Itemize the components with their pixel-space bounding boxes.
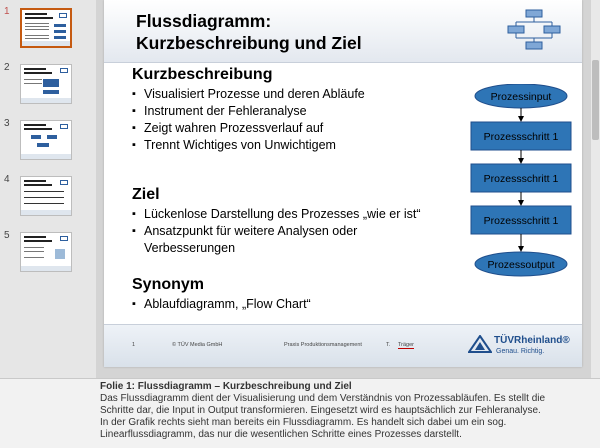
section-heading-synonym: Synonym — [132, 276, 205, 293]
bullet-list-kurzbeschreibung: Visualisiert Prozesse und deren Abläufe … — [132, 86, 365, 154]
bullet-item: Instrument der Fehleranalyse — [132, 103, 365, 120]
thumbnail-number: 5 — [4, 230, 10, 241]
bullet-item: Visualisiert Prozesse und deren Abläufe — [132, 86, 365, 103]
bullet-item: Ablaufdiagramm, „Flow Chart“ — [132, 296, 311, 313]
slide-footer: 1 © TÜV Media GmbH Praxis Produktionsman… — [104, 324, 582, 367]
slide-thumbnail-pane[interactable]: 1 2 3 4 5 — [0, 0, 96, 378]
section-heading-kurzbeschreibung: Kurzbeschreibung — [132, 66, 273, 83]
thumbnail-slide-1[interactable]: 1 — [0, 6, 96, 54]
bullet-item: Zeigt wahren Prozessverlauf auf — [132, 120, 365, 137]
slide-title-line-2: Kurzbeschreibung und Ziel — [136, 33, 362, 53]
footer-course-title: Praxis Produktionsmanagement — [284, 342, 362, 348]
thumbnail-preview[interactable] — [20, 64, 72, 104]
thumbnail-preview[interactable] — [20, 176, 72, 216]
brand-name: TÜVRheinland® — [494, 335, 570, 346]
footer-copyright: © TÜV Media GmbH — [172, 342, 223, 348]
process-flowchart[interactable]: Prozessinput Prozessschritt 1 Prozesssch… — [466, 84, 576, 284]
section-heading-ziel: Ziel — [132, 186, 160, 203]
scrollbar-thumb[interactable] — [592, 60, 599, 140]
thumbnail-slide-4[interactable]: 4 — [0, 174, 96, 222]
slide-title[interactable]: Flussdiagramm: Kurzbeschreibung und Ziel — [136, 10, 362, 54]
thumbnail-number: 3 — [4, 118, 10, 129]
slide-editing-area[interactable]: Flussdiagramm: Kurzbeschreibung und Ziel — [96, 0, 600, 378]
thumbnail-preview[interactable] — [20, 232, 72, 272]
flow-start-label: Prozessinput — [491, 91, 552, 103]
thumbnail-preview[interactable] — [20, 120, 72, 160]
brand-slogan: Genau. Richtig. — [496, 348, 545, 355]
notes-line: Linearflussdiagramm, das nur die wesentl… — [100, 429, 462, 440]
footer-page-number: 1 — [132, 342, 136, 348]
thumbnail-number: 4 — [4, 174, 10, 185]
slide-header: Flussdiagramm: Kurzbeschreibung und Ziel — [104, 0, 582, 63]
thumbnail-slide-2[interactable]: 2 — [0, 62, 96, 110]
flow-step-label: Prozessschritt 1 — [484, 131, 559, 143]
flow-step-label: Prozessschritt 1 — [484, 173, 559, 185]
thumbnail-number: 1 — [4, 6, 10, 17]
notes-line: Schritte dar, die Input in Output transf… — [100, 405, 541, 416]
notes-line: In der Grafik rechts sieht man bereits e… — [100, 417, 507, 428]
footer-author-prefix: T. — [386, 342, 391, 348]
bullet-list-synonym: Ablaufdiagramm, „Flow Chart“ — [132, 296, 311, 313]
slide-canvas[interactable]: Flussdiagramm: Kurzbeschreibung und Ziel — [104, 0, 582, 367]
flow-step-label: Prozessschritt 1 — [484, 215, 559, 227]
slide-title-line-1: Flussdiagramm: — [136, 11, 272, 31]
bullet-item: Lückenlose Darstellung des Prozesses „wi… — [132, 206, 432, 223]
bullet-item: Trennt Wichtiges von Unwichtigem — [132, 137, 365, 154]
vertical-scrollbar[interactable] — [591, 0, 600, 378]
notes-title: Folie 1: Flussdiagramm – Kurzbeschreibun… — [100, 381, 352, 392]
flow-end-label: Prozessoutput — [487, 259, 554, 271]
thumbnail-number: 2 — [4, 62, 10, 73]
thumbnail-slide-3[interactable]: 3 — [0, 118, 96, 166]
bullet-list-ziel: Lückenlose Darstellung des Prozesses „wi… — [132, 206, 432, 257]
thumbnail-preview[interactable] — [20, 8, 72, 48]
speaker-notes-pane[interactable]: Folie 1: Flussdiagramm – Kurzbeschreibun… — [0, 378, 600, 448]
footer-author: Träger — [398, 342, 414, 349]
flowchart-icon — [507, 9, 561, 50]
notes-line: Das Flussdiagramm dient der Visualisieru… — [100, 393, 546, 404]
bullet-item: Ansatzpunkt für weitere Analysen oder Ve… — [132, 223, 374, 257]
tuv-triangle-logo-icon — [468, 335, 492, 353]
thumbnail-slide-5[interactable]: 5 — [0, 230, 96, 278]
